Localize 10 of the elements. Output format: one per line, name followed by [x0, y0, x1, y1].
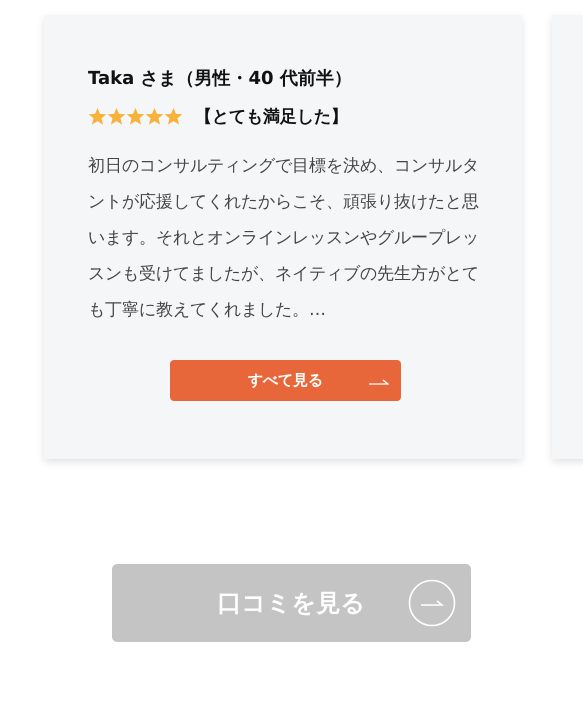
star-icon: [88, 107, 107, 126]
star-icon: [145, 107, 164, 126]
star-icon: [126, 107, 145, 126]
reviewer-name: Taka さま（男性・40 代前半）: [88, 67, 353, 91]
review-text: 初日のコンサルティングで目標を決め、コンサルタントが応援してくれたからこそ、頑張り抜けたと思います。それとオンラインレッスンやグループレッスンも受けてましたが、ネイティブの先生方がとても丁寧に教えてくれました。…: [88, 155, 480, 322]
see-all-button[interactable]: すべて見る: [170, 360, 401, 401]
star-icon: [107, 107, 126, 126]
arrow-circle-icon: [408, 579, 456, 627]
rating-label: 【とても満足した】: [195, 106, 348, 128]
star-icon: [164, 107, 183, 126]
